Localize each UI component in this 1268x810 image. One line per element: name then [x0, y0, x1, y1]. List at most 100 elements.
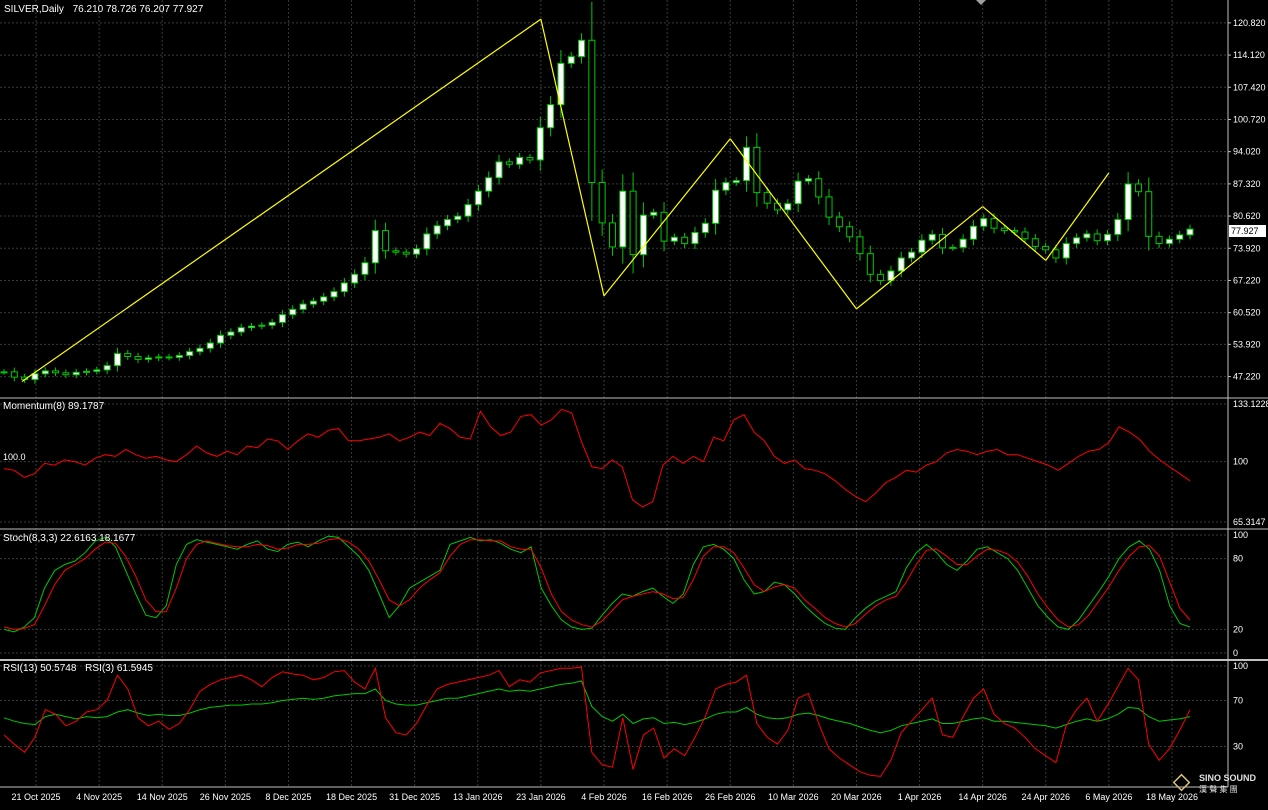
rsi-label: RSI(13) 50.5748 RSI(3) 61.5945: [3, 663, 153, 674]
candle-body: [732, 180, 740, 184]
candle-body: [505, 161, 513, 165]
momentum-level-label: 100.0: [3, 452, 26, 462]
candle-body: [423, 233, 431, 250]
candle-body: [619, 190, 627, 248]
time-tick-label: 24 Apr 2026: [1022, 792, 1071, 802]
momentum-tick-label: 100: [1233, 457, 1248, 467]
candle-body: [650, 211, 658, 216]
candle-body: [93, 369, 101, 372]
chart-canvas[interactable]: 120.820 114.120 107.420 100.720 94.020 87.320…: [0, 0, 1268, 805]
candle-body: [629, 190, 637, 256]
candle-body: [268, 321, 276, 326]
candle-body: [495, 161, 503, 179]
candle-body: [309, 300, 317, 305]
price-tick-label: 120.820: [1233, 18, 1266, 28]
time-tick-label: 14 Apr 2026: [958, 792, 1007, 802]
candle-body: [660, 211, 668, 242]
price-tick-label: 87.320: [1233, 179, 1261, 189]
candle-body: [1114, 219, 1122, 235]
candle-body: [949, 246, 957, 249]
candle-body: [464, 204, 472, 217]
candle-body: [578, 39, 586, 58]
candle-body: [371, 230, 379, 264]
candle-body: [72, 371, 80, 376]
candle-body: [165, 356, 173, 359]
time-tick-label: 4 Feb 2026: [581, 792, 627, 802]
candle-body: [237, 327, 245, 333]
candle-body: [62, 372, 70, 376]
price-tick-label: 60.520: [1233, 308, 1261, 318]
time-tick-label: 26 Feb 2026: [705, 792, 756, 802]
stoch-label: Stoch(8,3,3) 22.6163 18.1677: [3, 533, 136, 544]
candle-body: [433, 225, 441, 235]
candle-body: [877, 273, 885, 282]
candle-body: [278, 314, 286, 323]
candle-body: [866, 253, 874, 275]
trading-chart[interactable]: 120.820 114.120 107.420 100.720 94.020 87.320…: [0, 0, 1268, 805]
candle-body: [670, 236, 678, 242]
candle-body: [289, 308, 297, 316]
candle-body: [41, 370, 49, 375]
candle-body: [1042, 245, 1050, 251]
momentum-tick-label: 133.1228: [1233, 399, 1268, 409]
candle-body: [248, 325, 256, 329]
candle-body: [990, 218, 998, 229]
stoch-tick-label: 20: [1233, 624, 1243, 634]
rsi-tick-label: 30: [1233, 742, 1243, 752]
candle-body: [206, 342, 214, 349]
price-tick-label: 80.620: [1233, 211, 1261, 221]
time-tick-label: 4 Nov 2025: [76, 792, 122, 802]
candle-body: [897, 257, 905, 272]
time-tick-label: 18 May 2026: [1146, 792, 1198, 802]
candle-body: [113, 353, 121, 367]
candle-body: [1186, 228, 1194, 236]
candle-body: [258, 324, 266, 327]
candle-body: [330, 291, 338, 298]
rsi-tick-label: 70: [1233, 696, 1243, 706]
rsi-tick-label: 100: [1233, 661, 1248, 671]
candle-body: [83, 370, 91, 373]
candle-body: [443, 219, 451, 227]
chart-background: [0, 0, 1268, 805]
current-price-tag: 77.927: [1229, 225, 1266, 237]
time-tick-label: 20 Mar 2026: [831, 792, 882, 802]
candle-body: [980, 218, 988, 227]
time-tick-label: 16 Feb 2026: [642, 792, 693, 802]
candle-body: [722, 182, 730, 191]
candle-body: [547, 104, 555, 129]
ohlc-values: 76.210 78.726 76.207 77.927: [73, 4, 204, 15]
candle-body: [804, 178, 812, 182]
candle-body: [485, 177, 493, 192]
candle-body: [701, 222, 709, 233]
candle-body: [536, 127, 544, 161]
time-tick-label: 8 Dec 2025: [265, 792, 311, 802]
candle-body: [516, 157, 524, 165]
candle-body: [712, 189, 720, 224]
stoch-tick-label: 100: [1233, 530, 1248, 540]
price-tick-label: 73.920: [1233, 243, 1261, 253]
candle-body: [1031, 238, 1039, 247]
price-tick-label: 53.920: [1233, 339, 1261, 349]
candle-body: [351, 273, 359, 284]
price-tick-label: 94.020: [1233, 147, 1261, 157]
time-tick-label: 1 Apr 2026: [898, 792, 942, 802]
price-tick-label: 114.120: [1233, 50, 1265, 60]
candle-body: [1155, 235, 1163, 245]
candle-body: [217, 334, 225, 344]
price-tick-label: 100.720: [1233, 114, 1266, 124]
price-tick-label: 47.220: [1233, 372, 1261, 382]
candle-body: [1134, 183, 1142, 193]
candle-body: [691, 231, 699, 245]
candle-body: [361, 262, 369, 275]
candle-body: [144, 357, 152, 360]
candle-body: [969, 225, 977, 240]
candle-body: [846, 226, 854, 238]
candle-body: [908, 251, 916, 259]
candle-body: [175, 355, 183, 358]
candle-body: [1176, 234, 1184, 240]
candle-body: [918, 239, 926, 253]
candle-body: [382, 230, 390, 252]
candle-body: [103, 365, 111, 371]
candle-body: [1103, 233, 1111, 242]
candle-body: [815, 178, 823, 198]
